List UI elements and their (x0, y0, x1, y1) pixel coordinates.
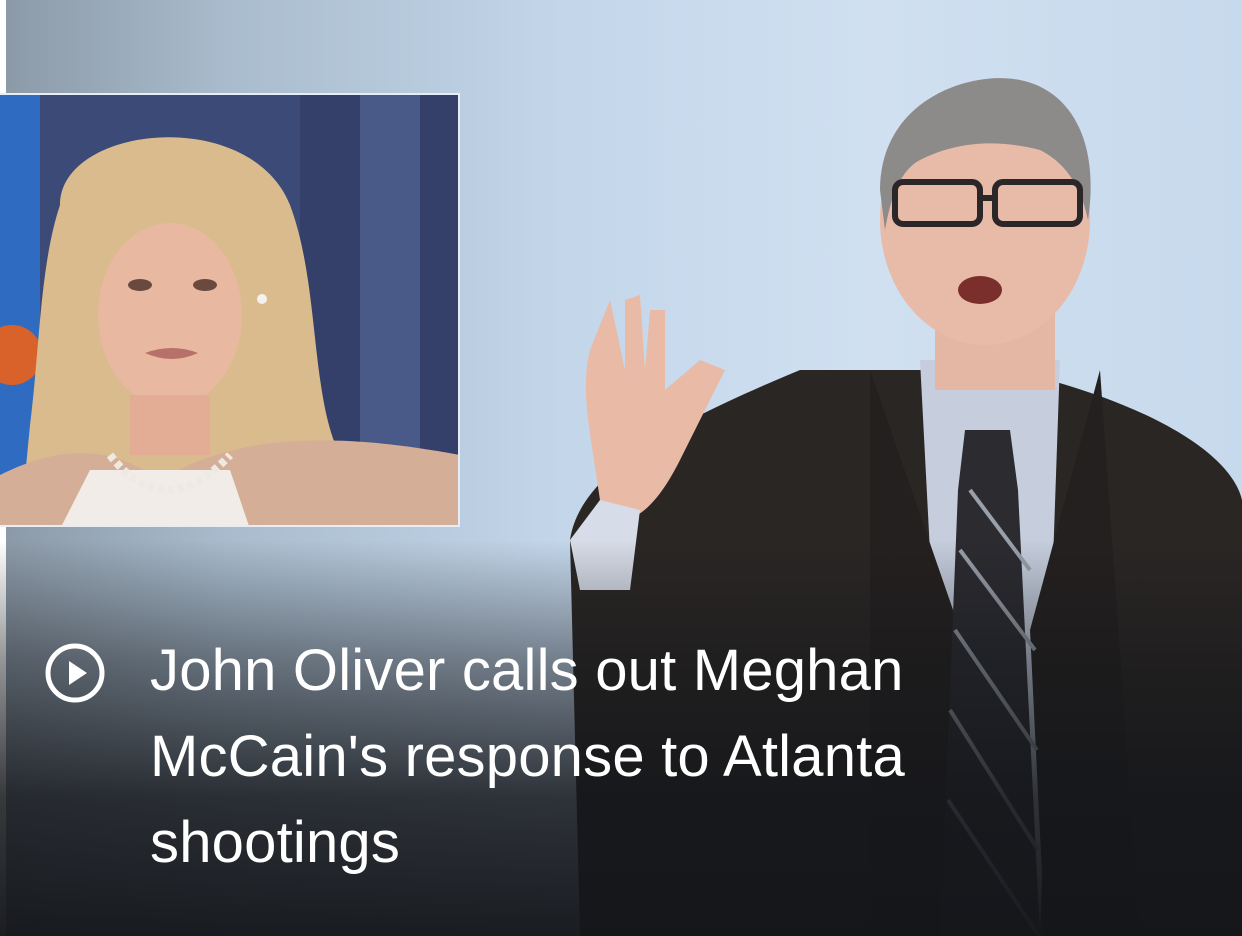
story-headline[interactable]: John Oliver calls out Meghan McCain's re… (150, 628, 1044, 886)
play-circle-icon[interactable] (44, 642, 106, 704)
story-caption[interactable]: John Oliver calls out Meghan McCain's re… (44, 628, 1044, 886)
inset-clip-thumbnail (0, 93, 460, 527)
video-story-card[interactable]: John Oliver calls out Meghan McCain's re… (0, 0, 1242, 936)
inset-guest-image (0, 95, 458, 525)
